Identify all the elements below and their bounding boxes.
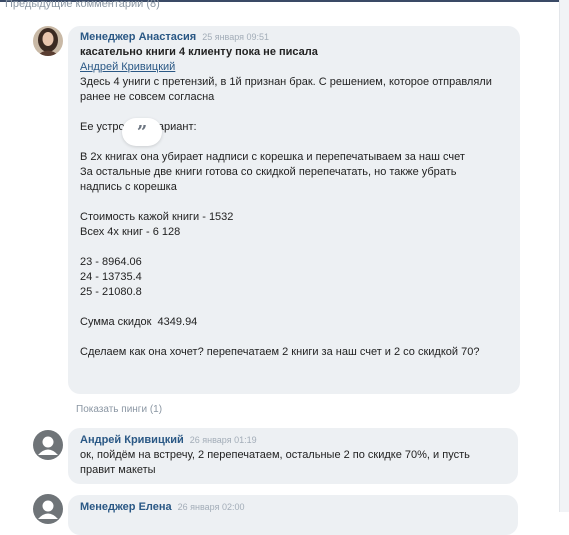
comment-line: ранее не совсем согласна: [80, 91, 215, 103]
comment-date[interactable]: 26 января 02:00: [178, 502, 245, 512]
comment-line: За остальные две книги готова со скидкой…: [80, 166, 457, 178]
comment-line: Всех 4х книг - 6 128: [80, 226, 181, 238]
comment-author[interactable]: Менеджер Анастасия: [80, 31, 196, 43]
comment-line: Стоимость кажой книги - 1532: [80, 211, 234, 223]
avatar-andrey[interactable]: [33, 430, 63, 460]
avatar-elena[interactable]: [33, 494, 63, 524]
show-pings-link[interactable]: Показать пинги (1): [76, 404, 162, 415]
comment-line: 24 - 13735.4: [80, 271, 142, 283]
comment-author[interactable]: Андрей Кривицкий: [80, 434, 184, 446]
comment-line: надпись с корешка: [80, 181, 177, 193]
comment-author[interactable]: Менеджер Елена: [80, 501, 172, 513]
comment-line: Сумма скидок 4349.94: [80, 316, 198, 328]
comment-date[interactable]: 25 января 09:51: [202, 32, 269, 42]
mention-link[interactable]: Андрей Кривицкий: [80, 60, 492, 75]
comment-line: ок, пойдём на встречу, 2 перепечатаем, о…: [80, 449, 470, 461]
scrollbar[interactable]: [559, 0, 569, 512]
comment-bubble: Менеджер Елена 26 января 02:00: [68, 495, 518, 535]
comment-bubble: Менеджер Анастасия 25 января 09:51 касате…: [68, 26, 520, 394]
comment-line: Здесь 4 униги с претензий, в 1й признан …: [80, 76, 492, 88]
comment-line: правит макеты: [80, 464, 156, 476]
quote-icon[interactable]: ”: [122, 118, 162, 146]
comment-line: Сделаем как она хочет? перепечатаем 2 кн…: [80, 346, 480, 358]
avatar-anastasia[interactable]: [33, 26, 63, 56]
comment-date[interactable]: 26 января 01:19: [190, 435, 257, 445]
comment-line: В 2х книгах она убирает надписи с корешк…: [80, 151, 465, 163]
comment-line: 25 - 21080.8: [80, 286, 142, 298]
comment-line: 23 - 8964.06: [80, 256, 142, 268]
previous-comments-link[interactable]: Предыдущие комментарии (8): [5, 0, 160, 10]
comment-bubble: Андрей Кривицкий 26 января 01:19 ок, пойд…: [68, 428, 518, 484]
comment-title: касательно книги 4 клиенту пока не писал…: [80, 46, 318, 58]
